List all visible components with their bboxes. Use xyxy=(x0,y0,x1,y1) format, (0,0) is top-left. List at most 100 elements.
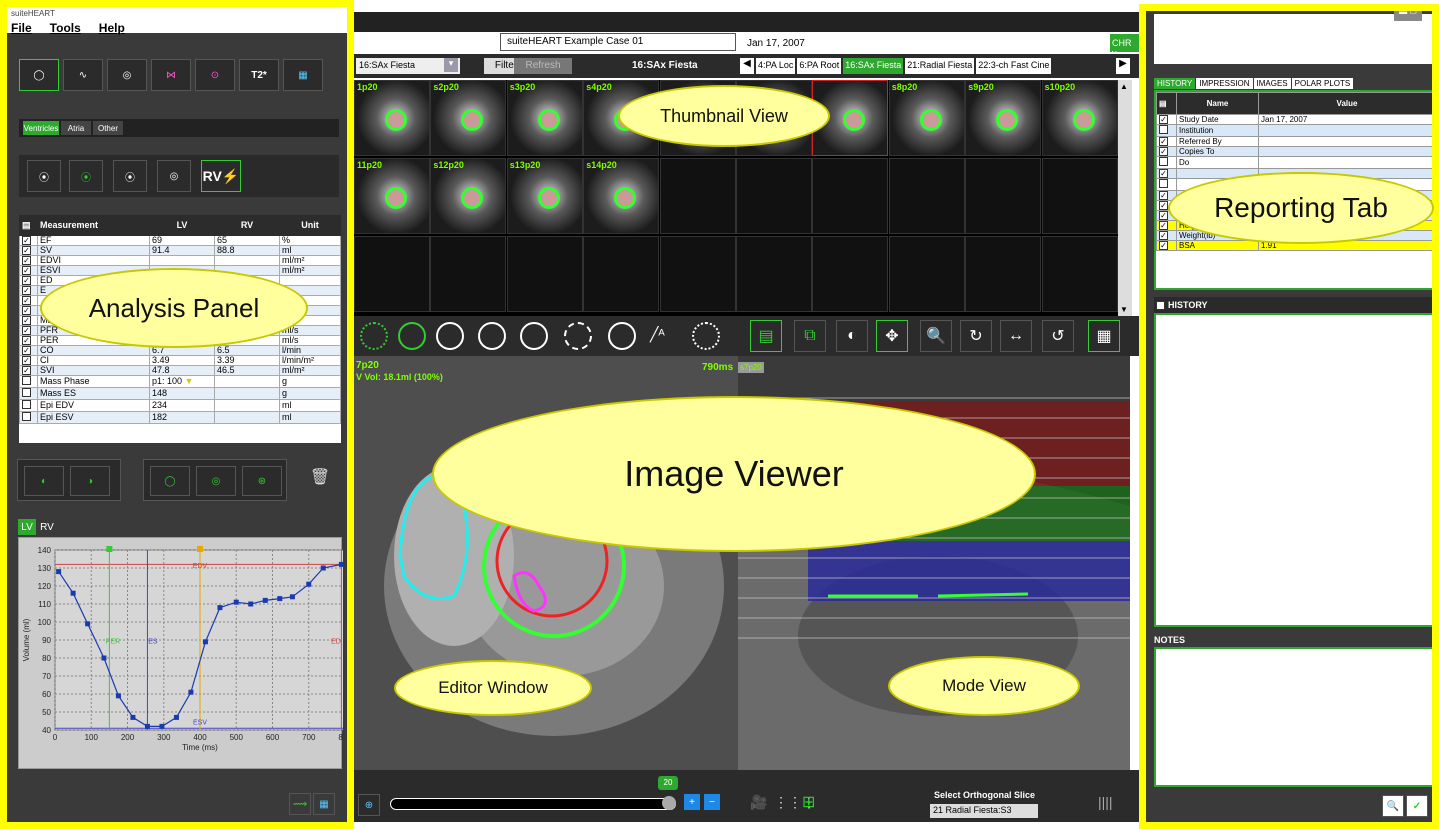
thumbnail[interactable] xyxy=(736,236,812,312)
thumbnail[interactable] xyxy=(888,236,965,312)
endo-ring-icon[interactable]: ◯ xyxy=(150,466,190,496)
row-checkbox[interactable]: ✓ xyxy=(19,305,38,316)
thumbnail[interactable] xyxy=(736,158,812,234)
myocardial-module-icon[interactable]: ◎ xyxy=(107,59,147,91)
report-tab[interactable]: IMPRESSION xyxy=(1196,78,1253,89)
table-row[interactable]: ✓ CI 3.49 3.39 l/min/m² xyxy=(19,355,341,366)
menu-file[interactable]: File xyxy=(11,21,32,35)
annotate-icon[interactable]: ╱ᴬ xyxy=(650,326,665,343)
thumbnail[interactable] xyxy=(659,158,736,234)
table-row[interactable]: ✓ Study Date Jan 17, 2007 xyxy=(1156,114,1434,125)
tab-graph-lv[interactable]: LV xyxy=(18,519,36,535)
pfo-module-icon[interactable]: ⋈ xyxy=(151,59,191,91)
epi-ring-icon[interactable]: ◎ xyxy=(196,466,236,496)
row-checkbox[interactable]: ✓ xyxy=(19,285,38,296)
row-checkbox[interactable] xyxy=(1156,124,1177,137)
report-tab[interactable]: IMAGES xyxy=(1253,78,1291,89)
tab-ventricles[interactable]: Ventricles xyxy=(23,121,59,135)
table-row[interactable]: ✓ EF 69 65 % xyxy=(19,235,341,246)
table-settings-icon[interactable]: ▤ xyxy=(19,215,38,236)
orth-slice-select[interactable]: 21 Radial Fiesta:S3 xyxy=(930,804,1038,818)
cine-icon[interactable]: ⧉ xyxy=(794,320,826,352)
refresh-button[interactable]: Refresh xyxy=(514,58,572,74)
case-name-box[interactable]: suiteHEART Example Case 01 xyxy=(500,33,736,51)
report-tab[interactable]: HISTORY xyxy=(1154,78,1196,89)
row-checkbox[interactable]: ✓ xyxy=(19,345,38,356)
thumbnail[interactable] xyxy=(583,236,660,312)
thumbnail[interactable] xyxy=(965,158,1042,234)
report-settings-icon[interactable]: ▤ xyxy=(1156,92,1177,115)
row-checkbox[interactable]: ✓ xyxy=(19,245,38,256)
row-checkbox[interactable] xyxy=(19,375,38,388)
segment-ring-icon[interactable]: ⊛ xyxy=(242,466,282,496)
curve-view-icon[interactable]: ⟿ xyxy=(289,793,311,815)
roi-insert-icon[interactable] xyxy=(608,322,636,350)
series-tab[interactable]: 21:Radial Fiesta xyxy=(905,58,975,74)
thumbnail[interactable] xyxy=(812,236,889,312)
row-checkbox[interactable] xyxy=(19,411,38,424)
thumbnail[interactable]: 11p20 xyxy=(354,158,430,234)
layout-icon[interactable]: ▤ xyxy=(750,320,782,352)
rv-contour-icon[interactable]: ◑ xyxy=(70,466,110,496)
roi-epi-icon[interactable] xyxy=(398,322,426,350)
tab-other[interactable]: Other xyxy=(93,121,123,135)
thumbnail[interactable]: 1p20 xyxy=(354,80,430,156)
row-checkbox[interactable]: ✓ xyxy=(1156,240,1177,251)
thumbnail[interactable]: s2p20 xyxy=(430,80,507,156)
thumbnail[interactable] xyxy=(506,236,583,312)
row-checkbox[interactable]: ✓ xyxy=(19,275,38,286)
row-value[interactable] xyxy=(1258,146,1434,157)
grid-view-icon[interactable]: ▦ xyxy=(313,793,335,815)
phase-slider-track[interactable] xyxy=(390,798,676,810)
row-checkbox[interactable]: ✓ xyxy=(19,315,38,326)
thumbnail[interactable]: s8p20 xyxy=(888,80,965,156)
thumbnail[interactable] xyxy=(888,158,965,234)
long-axis-segment-icon[interactable]: ⦿ xyxy=(113,160,147,192)
report-approve-icon[interactable]: ✓ xyxy=(1406,795,1428,817)
grid-layout-icon[interactable]: ▦ xyxy=(1088,320,1120,352)
pan-icon[interactable]: ✥ xyxy=(876,320,908,352)
tab-graph-rv[interactable]: RV xyxy=(38,519,56,535)
table-row[interactable]: ✓ EDVI ml/m² xyxy=(19,255,341,266)
function-module-icon[interactable]: ◯ xyxy=(19,59,59,91)
contrast-icon[interactable]: ◐ xyxy=(836,320,868,352)
thumbnail[interactable]: s14p20 xyxy=(583,158,660,234)
thumbnail[interactable] xyxy=(1041,158,1118,234)
roi-rv-icon[interactable] xyxy=(478,322,506,350)
row-checkbox[interactable]: ✓ xyxy=(19,235,38,246)
table-row[interactable]: Do xyxy=(1156,156,1434,169)
table-row[interactable]: Mass Phase p1: 100 ▼ g xyxy=(19,375,341,388)
phase-minus-icon[interactable]: − xyxy=(704,794,720,810)
thumbnail[interactable] xyxy=(1041,236,1118,312)
phase-icon[interactable]: ⊕ xyxy=(358,794,380,816)
row-checkbox[interactable]: ✓ xyxy=(1156,230,1177,241)
movie-icon[interactable]: 🎥 xyxy=(750,794,767,811)
row-checkbox[interactable]: ✓ xyxy=(19,355,38,366)
series-tab[interactable]: 4:PA Loc xyxy=(756,58,796,74)
row-checkbox[interactable]: ✓ xyxy=(1156,220,1177,231)
thumbnail[interactable] xyxy=(812,158,889,234)
row-checkbox[interactable] xyxy=(1156,178,1177,191)
row-checkbox[interactable]: ✓ xyxy=(1156,168,1177,179)
series-select[interactable]: 16:SAx Fiesta ▾ xyxy=(356,58,460,74)
table-row[interactable]: ✓ SVI 47.8 46.5 ml/m² xyxy=(19,365,341,376)
thumbnail[interactable]: s12p20 xyxy=(430,158,507,234)
thumbnail[interactable] xyxy=(354,236,430,312)
row-checkbox[interactable] xyxy=(19,387,38,400)
mass-phase-marker-icon[interactable]: ▼ xyxy=(182,376,194,386)
row-value[interactable] xyxy=(1258,156,1434,169)
table-row[interactable]: Epi ESV 182 ml xyxy=(19,411,341,424)
roi-lv-icon[interactable] xyxy=(436,322,464,350)
table-row[interactable]: ✓ Referred By xyxy=(1156,136,1434,147)
zoom-icon[interactable]: 🔍 xyxy=(920,320,952,352)
thumbnail[interactable]: s9p20 xyxy=(965,80,1042,156)
series-tab[interactable]: 16:SAx Fiesta xyxy=(843,58,904,74)
series-prev-icon[interactable]: ◀ xyxy=(740,58,754,74)
report-tab[interactable]: POLAR PLOTS xyxy=(1291,78,1354,89)
tab-atria[interactable]: Atria xyxy=(61,121,91,135)
flow-module-icon[interactable]: ∿ xyxy=(63,59,103,91)
thumbnail-scrollbar[interactable]: ▲ ▼ xyxy=(1118,80,1132,316)
series-tab[interactable]: 22:3-ch Fast Cine xyxy=(976,58,1052,74)
row-checkbox[interactable]: ✓ xyxy=(19,295,38,306)
bars-icon[interactable]: |||| xyxy=(1098,794,1113,810)
